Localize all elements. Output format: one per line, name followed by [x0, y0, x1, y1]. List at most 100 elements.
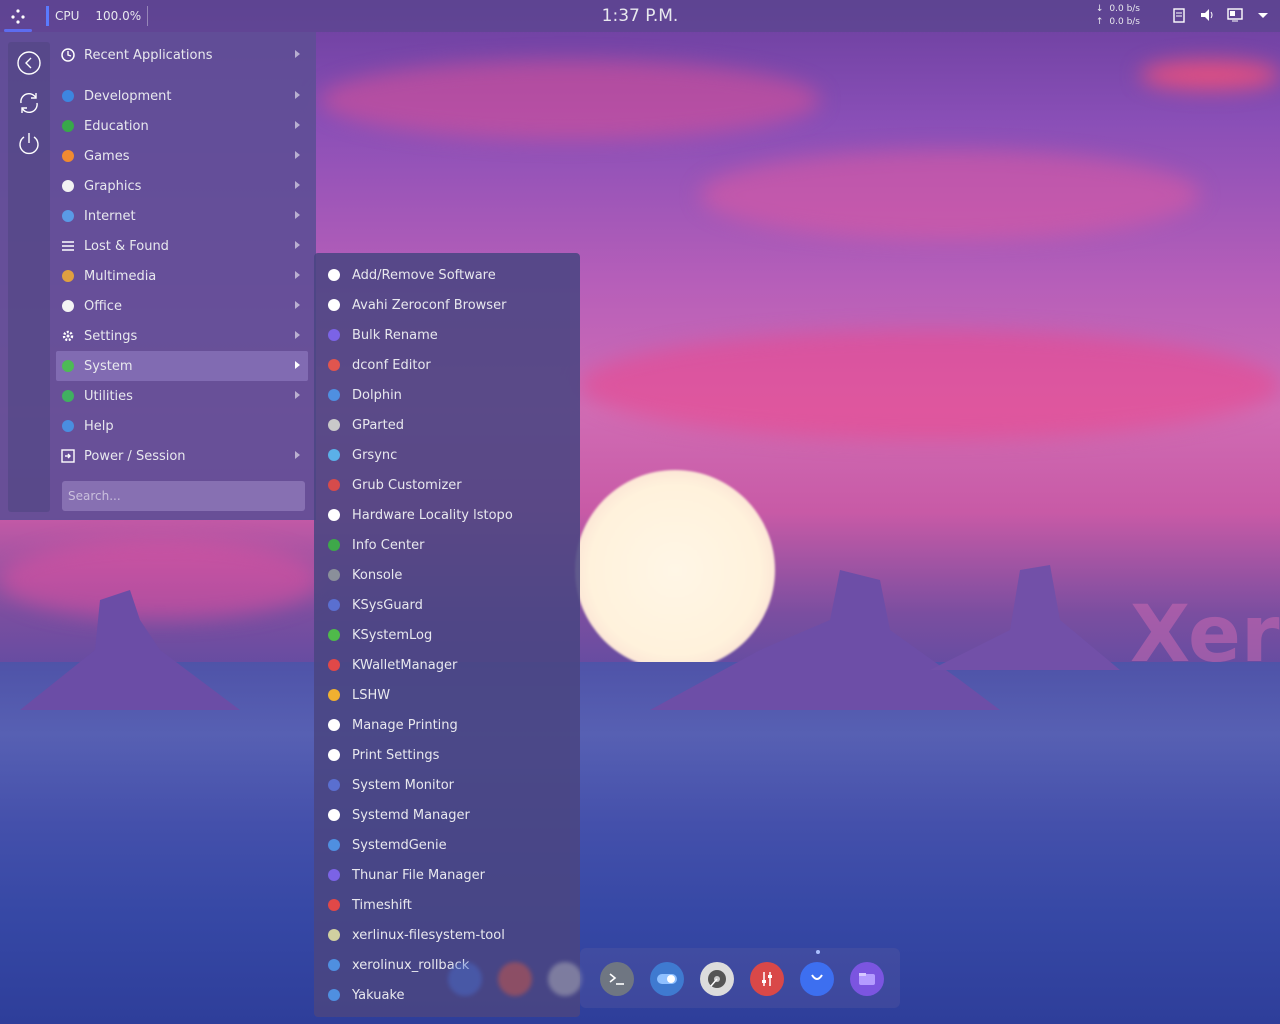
- system-tray: [1170, 6, 1272, 24]
- development-icon: [60, 88, 76, 104]
- display-icon[interactable]: [1226, 6, 1244, 24]
- mesas: [20, 565, 1120, 710]
- lshw-icon: [326, 687, 342, 703]
- refresh-icon[interactable]: [16, 90, 42, 116]
- settings-icon: [60, 328, 76, 344]
- power-icon[interactable]: [16, 130, 42, 156]
- menu-item-recent-applications[interactable]: Recent Applications: [56, 40, 308, 70]
- application-menu: Recent Applications Development Educatio…: [0, 32, 316, 520]
- menu-item-label: Development: [84, 88, 172, 104]
- submenu-item-dolphin[interactable]: Dolphin: [322, 380, 572, 410]
- dock-faded-icon: [448, 962, 482, 996]
- menu-item-help[interactable]: Help: [56, 411, 308, 441]
- dolphin-icon: [326, 387, 342, 403]
- multimedia-icon: [60, 268, 76, 284]
- submenu-item-hardware-locality-lstopo[interactable]: Hardware Locality lstopo: [322, 500, 572, 530]
- xerolinux-rollback-icon: [326, 957, 342, 973]
- store-icon[interactable]: [800, 962, 834, 996]
- mixer-icon[interactable]: [750, 962, 784, 996]
- active-indicator: [816, 950, 820, 954]
- manage-printing-icon: [326, 717, 342, 733]
- submenu-item-systemd-manager[interactable]: Systemd Manager: [322, 800, 572, 830]
- disk-icon[interactable]: [700, 962, 734, 996]
- menu-item-graphics[interactable]: Graphics: [56, 171, 308, 201]
- submenu-item-xerlinux-filesystem-tool[interactable]: xerlinux-filesystem-tool: [322, 920, 572, 950]
- chevron-right-icon: [295, 271, 300, 279]
- submenu-item-gparted[interactable]: GParted: [322, 410, 572, 440]
- gparted-icon: [326, 417, 342, 433]
- app-launcher-button[interactable]: [0, 0, 36, 32]
- folder-icon[interactable]: [850, 962, 884, 996]
- games-icon: [60, 148, 76, 164]
- submenu-item-ksystemlog[interactable]: KSystemLog: [322, 620, 572, 650]
- chevron-down-icon[interactable]: [1254, 6, 1272, 24]
- chevron-right-icon: [295, 241, 300, 249]
- launcher-icon: [11, 9, 25, 24]
- submenu-item-yakuake[interactable]: Yakuake: [322, 980, 572, 1010]
- submenu-item-label: Yakuake: [352, 987, 405, 1003]
- submenu-item-lshw[interactable]: LSHW: [322, 680, 572, 710]
- grsync-icon: [326, 447, 342, 463]
- toggle-icon[interactable]: [650, 962, 684, 996]
- chevron-right-icon: [295, 151, 300, 159]
- menu-item-settings[interactable]: Settings: [56, 321, 308, 351]
- ksysguard-icon: [326, 597, 342, 613]
- office-icon: [60, 298, 76, 314]
- submenu-item-grub-customizer[interactable]: Grub Customizer: [322, 470, 572, 500]
- hardware-locality-lstopo-icon: [326, 507, 342, 523]
- cpu-monitor[interactable]: CPU 100.0%: [46, 6, 149, 26]
- menu-item-office[interactable]: Office: [56, 291, 308, 321]
- menu-item-development[interactable]: Development: [56, 81, 308, 111]
- menu-item-system[interactable]: System: [56, 351, 308, 381]
- chevron-right-icon: [295, 181, 300, 189]
- submenu-item-print-settings[interactable]: Print Settings: [322, 740, 572, 770]
- clock[interactable]: 1:37 P.M.: [0, 6, 1280, 26]
- submenu-item-kwalletmanager[interactable]: KWalletManager: [322, 650, 572, 680]
- submenu-item-ksysguard[interactable]: KSysGuard: [322, 590, 572, 620]
- submenu-item-konsole[interactable]: Konsole: [322, 560, 572, 590]
- menu-item-label: Graphics: [84, 178, 142, 194]
- back-icon[interactable]: [16, 50, 42, 76]
- submenu-item-label: Bulk Rename: [352, 327, 438, 343]
- submenu-item-manage-printing[interactable]: Manage Printing: [322, 710, 572, 740]
- search-input[interactable]: Search...: [62, 481, 305, 511]
- cpu-value: 100.0%: [95, 9, 142, 23]
- grub-customizer-icon: [326, 477, 342, 493]
- system-submenu: Add/Remove Software Avahi Zeroconf Browse…: [314, 253, 580, 1017]
- menu-item-label: Lost & Found: [84, 238, 169, 254]
- menu-item-power-session[interactable]: Power / Session: [56, 441, 308, 471]
- menu-item-label: Education: [84, 118, 149, 134]
- submenu-item-label: Konsole: [352, 567, 403, 583]
- submenu-item-dconf-editor[interactable]: dconf Editor: [322, 350, 572, 380]
- cpu-label: CPU: [55, 9, 80, 23]
- submenu-item-xerolinux-rollback[interactable]: xerolinux_rollback: [322, 950, 572, 980]
- menu-item-lost-found[interactable]: Lost & Found: [56, 231, 308, 261]
- chevron-right-icon: [295, 331, 300, 339]
- submenu-item-system-monitor[interactable]: System Monitor: [322, 770, 572, 800]
- submenu-item-systemdgenie[interactable]: SystemdGenie: [322, 830, 572, 860]
- menu-item-multimedia[interactable]: Multimedia: [56, 261, 308, 291]
- chevron-right-icon: [295, 361, 300, 369]
- network-monitor[interactable]: ↓ ↑ 0.0 b/s 0.0 b/s: [1096, 3, 1140, 29]
- menu-item-utilities[interactable]: Utilities: [56, 381, 308, 411]
- top-panel: CPU 100.0% 1:37 P.M. ↓ ↑ 0.0 b/s 0.0 b/s: [0, 0, 1280, 32]
- terminal-icon[interactable]: [600, 962, 634, 996]
- menu-item-games[interactable]: Games: [56, 141, 308, 171]
- menu-item-internet[interactable]: Internet: [56, 201, 308, 231]
- submenu-item-bulk-rename[interactable]: Bulk Rename: [322, 320, 572, 350]
- menu-item-label: Settings: [84, 328, 138, 344]
- submenu-item-label: Dolphin: [352, 387, 402, 403]
- volume-icon[interactable]: [1198, 6, 1216, 24]
- print-settings-icon: [326, 747, 342, 763]
- submenu-item-timeshift[interactable]: Timeshift: [322, 890, 572, 920]
- submenu-item-thunar-file-manager[interactable]: Thunar File Manager: [322, 860, 572, 890]
- submenu-item-grsync[interactable]: Grsync: [322, 440, 572, 470]
- clock-icon: [60, 47, 76, 63]
- utilities-icon: [60, 388, 76, 404]
- submenu-item-add-remove-software[interactable]: Add/Remove Software: [322, 260, 572, 290]
- clipboard-icon[interactable]: [1170, 6, 1188, 24]
- submenu-item-avahi-zeroconf-browser[interactable]: Avahi Zeroconf Browser: [322, 290, 572, 320]
- systemd-manager-icon: [326, 807, 342, 823]
- submenu-item-info-center[interactable]: Info Center: [322, 530, 572, 560]
- menu-item-education[interactable]: Education: [56, 111, 308, 141]
